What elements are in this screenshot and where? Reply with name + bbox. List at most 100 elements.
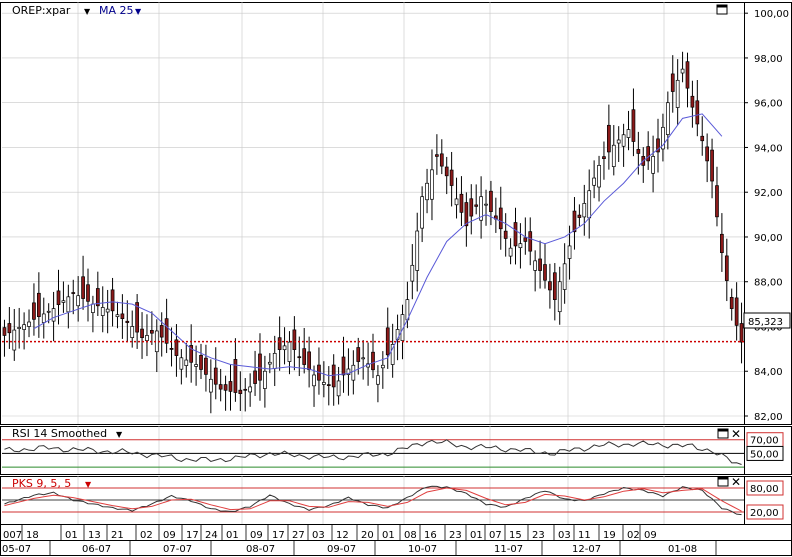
candle-body [2,327,7,336]
candle-body [700,135,705,142]
rsi-maximize-icon[interactable] [717,428,729,439]
candle-body [533,260,538,271]
candle-body [513,222,518,247]
candle-body [297,356,302,359]
candle-body [41,313,46,323]
x-month-label: 10-07 [408,544,437,555]
candle-body [336,380,341,397]
pks-level-label: 20,00 [750,508,779,519]
candle-body [248,386,253,393]
candle-body [228,381,233,392]
x-day-label: 02 [627,530,640,541]
candle-body [267,361,272,365]
candle-body [27,321,31,327]
candle-body [361,357,366,360]
candle-body [523,237,528,242]
y-tick-label: 90,00 [754,233,783,244]
candle-body [444,166,449,177]
y-tick-label: 84,00 [754,367,783,378]
candle-body [572,210,577,233]
candle-body [22,324,26,330]
main-maximize-icon[interactable] [716,4,728,15]
candle-body [552,272,557,300]
candle-body [12,329,17,351]
x-month-label: 07-07 [163,544,192,555]
candle-body [415,230,420,271]
candle-body [538,258,542,271]
rsi-level-label: 70,00 [750,436,779,447]
symbol-dropdown-icon[interactable]: ▼ [84,7,91,16]
rsi-close-icon[interactable]: ✕ [731,427,741,441]
candle-body [484,203,488,206]
candle-body [371,351,375,371]
rsi-label[interactable]: RSI 14 Smoothed [12,427,107,440]
candle-body [120,313,125,320]
x-day-label: 09 [163,530,176,541]
candle-body [307,351,311,371]
candle-body [56,290,61,306]
pks-maximize-icon[interactable] [717,476,729,487]
candle-body [543,264,547,281]
rsi-dropdown-icon[interactable]: ▼ [116,430,123,439]
pks-label[interactable]: PKS 9, 5, 5 [12,477,71,490]
candle-body [670,73,675,92]
candle-body [729,297,734,309]
x-month-label: 08-07 [246,544,275,555]
candle-body [76,295,81,307]
candle-body [636,149,641,154]
candle-body [376,375,380,385]
candle-body [715,185,719,218]
pks-dropdown-icon[interactable]: ▼ [85,480,92,489]
x-day-label: 23 [532,530,545,541]
candle-body [626,129,631,138]
candle-body [592,177,596,186]
candle-body [356,347,361,362]
y-tick-label: 82,00 [754,412,783,423]
candle-body [351,364,356,381]
candle-body [430,169,434,200]
candle-body [238,389,243,394]
ma-indicator-label[interactable]: MA 25 [99,4,134,17]
x-day-label: 07 [489,530,502,541]
x-day-label: 01 [65,530,78,541]
candle-body [145,335,149,341]
candle-body [140,328,144,339]
candle-body [548,281,552,291]
y-tick-label: 98,00 [754,54,783,65]
candle-body [105,308,110,313]
symbol-label[interactable]: OREP:xpar [12,4,71,17]
x-day-label: 11 [578,530,591,541]
x-day-label: 13 [88,530,101,541]
candle-body [32,302,36,320]
x-day-label: 03 [312,530,325,541]
x-day-label: 19 [603,530,616,541]
candle-body [518,243,523,249]
candle-body [233,359,238,393]
candle-body [179,357,184,370]
candle-body [528,231,533,252]
candle-body [91,303,95,313]
candle-body [322,382,326,385]
candle-body [557,281,562,313]
candle-body [602,156,606,159]
candle-body [37,292,41,317]
candle-body [464,202,469,227]
y-tick-label: 88,00 [754,278,783,289]
candle-body [218,384,223,390]
candle-body [61,300,66,303]
candle-body [194,364,198,367]
candle-body [204,357,208,375]
candle-body [312,374,316,387]
x-day-label: 15 [509,530,522,541]
x-day-label: 16 [424,530,437,541]
pks-close-icon[interactable]: ✕ [731,475,741,489]
ma-dropdown-icon[interactable]: ▼ [135,7,142,16]
candle-body [100,307,105,316]
y-tick-label: 96,00 [754,99,783,110]
candle-body [724,255,729,281]
candle-body [292,329,297,350]
candle-body [680,68,685,74]
x-day-label: 24 [205,530,218,541]
y-tick-label: 100,00 [754,9,789,20]
candle-body [489,190,493,212]
